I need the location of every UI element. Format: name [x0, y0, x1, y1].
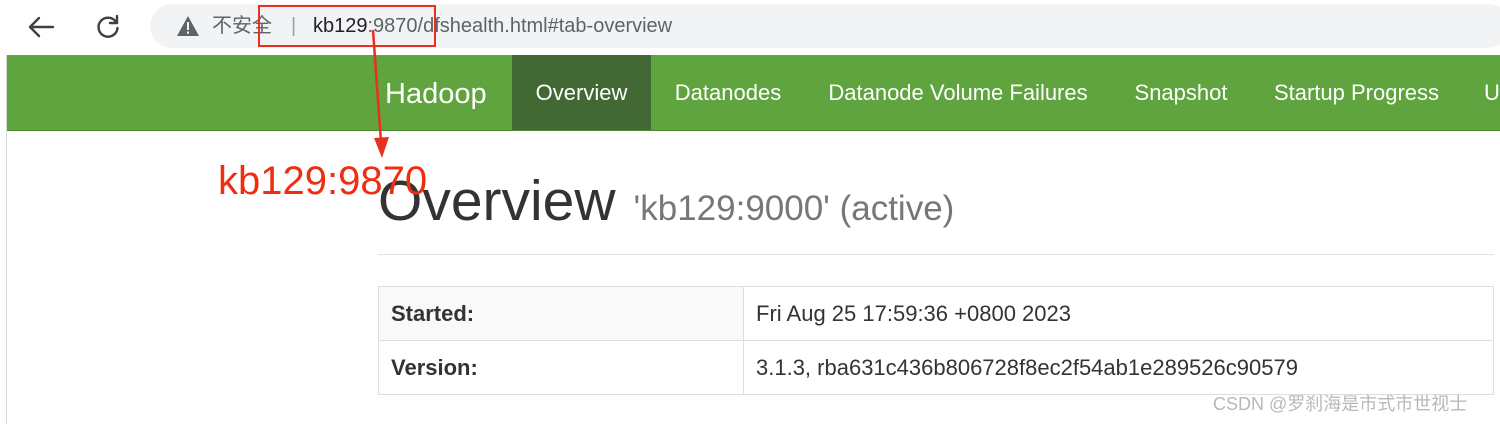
- screen: 不安全 | kb129:9870/dfshealth.html#tab-over…: [0, 0, 1500, 424]
- annotation-arrow-icon: [371, 29, 389, 158]
- heading-divider: [378, 254, 1494, 255]
- table-row: Started: Fri Aug 25 17:59:36 +0800 2023: [378, 286, 1494, 341]
- namenode-address-subtitle: 'kb129:9000' (active): [633, 189, 955, 228]
- annotation-highlight-box: [258, 5, 436, 47]
- nav-tab-startup-progress[interactable]: Startup Progress: [1251, 55, 1462, 130]
- annotation-label: kb129:9870: [218, 159, 428, 203]
- table-value-cell: Fri Aug 25 17:59:36 +0800 2023: [743, 286, 1494, 341]
- arrow-left-icon: [28, 16, 55, 38]
- reload-button[interactable]: [89, 8, 127, 46]
- warning-icon[interactable]: [176, 15, 200, 37]
- navbar: Hadoop Overview Datanodes Datanode Volum…: [7, 55, 1500, 131]
- nav-tab-snapshot[interactable]: Snapshot: [1111, 55, 1251, 130]
- browser-toolbar: 不安全 | kb129:9870/dfshealth.html#tab-over…: [0, 0, 1500, 54]
- table-value-cell: 3.1.3, rba631c436b806728f8ec2f54ab1e2895…: [743, 340, 1494, 395]
- overview-info-table: Started: Fri Aug 25 17:59:36 +0800 2023 …: [378, 286, 1494, 395]
- nav-tab-overview[interactable]: Overview: [512, 55, 651, 130]
- table-row: Version: 3.1.3, rba631c436b806728f8ec2f5…: [378, 340, 1494, 395]
- table-key-cell: Version:: [378, 340, 744, 395]
- overview-heading: Overview'kb129:9000' (active): [378, 168, 954, 234]
- nav-tab-datanodes[interactable]: Datanodes: [651, 55, 805, 130]
- nav-tab-utilities[interactable]: U: [1462, 55, 1500, 130]
- navbar-brand[interactable]: Hadoop: [385, 77, 487, 111]
- nav-tab-datanode-volume-failures[interactable]: Datanode Volume Failures: [805, 55, 1111, 130]
- reload-icon: [97, 14, 119, 38]
- watermark: CSDN @罗刹海是市式市世视士: [1213, 394, 1468, 414]
- table-key-cell: Started:: [378, 286, 744, 341]
- back-button[interactable]: [22, 8, 60, 46]
